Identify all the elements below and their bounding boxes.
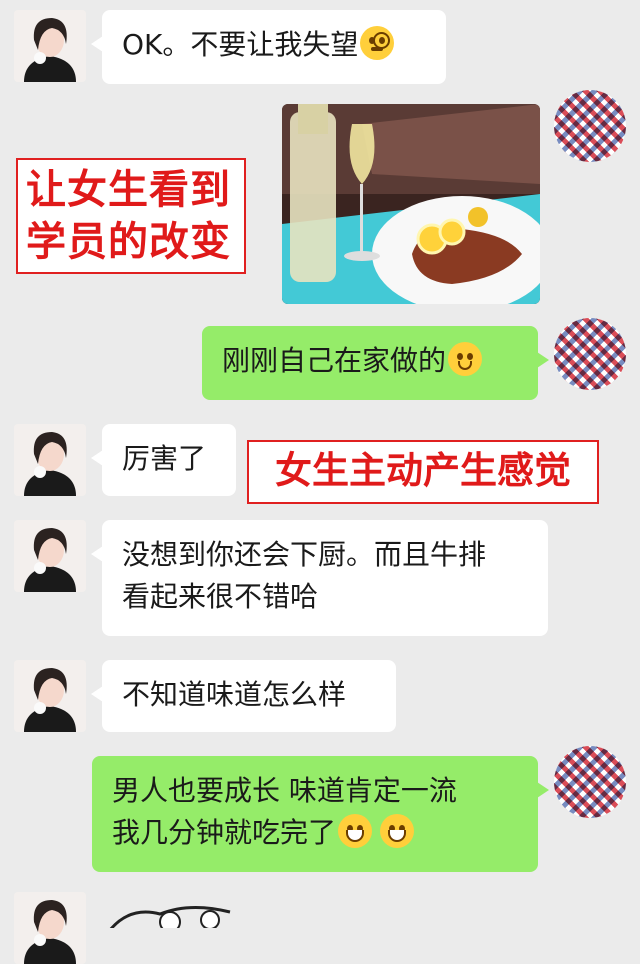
message-bubble[interactable]: 不知道味道怎么样 xyxy=(91,660,396,732)
message-line: 男人也要成长 味道肯定一流 xyxy=(112,774,457,807)
contact-photo xyxy=(14,10,86,82)
cartoon-sticker xyxy=(109,905,231,928)
avatar-contact[interactable] xyxy=(14,892,86,964)
grinning-face-icon xyxy=(380,814,415,848)
contact-photo xyxy=(14,520,86,592)
message-text: 刚刚自己在家做的 xyxy=(222,344,447,377)
avatar-contact[interactable] xyxy=(14,10,86,82)
avatar-self[interactable] xyxy=(554,318,626,390)
contact-photo xyxy=(14,892,86,964)
annotation-line: 学员的改变 xyxy=(26,219,231,265)
avatar-contact[interactable] xyxy=(14,660,86,732)
message-text: 不知道味道怎么样 xyxy=(122,678,347,711)
smiling-face-icon xyxy=(448,342,483,376)
annotation-label: 让女生看到 学员的改变 xyxy=(16,158,246,274)
message-bubble[interactable]: OK。不要让我失望 xyxy=(91,10,446,84)
avatar-self[interactable] xyxy=(554,746,626,818)
chat-image[interactable] xyxy=(282,104,540,304)
message-text: OK。不要让我失望 xyxy=(122,28,359,61)
grinning-face-icon xyxy=(338,814,373,848)
message-line: 没想到你还会下厨。而且牛排 xyxy=(122,538,487,571)
message-line: 我几分钟就吃完了 xyxy=(112,816,337,849)
sticker-image[interactable] xyxy=(100,900,250,928)
contact-photo xyxy=(14,660,86,732)
avatar-self[interactable] xyxy=(554,90,626,162)
avatar-contact[interactable] xyxy=(14,424,86,496)
avatar-contact[interactable] xyxy=(14,520,86,592)
annotation-label: 女生主动产生感觉 xyxy=(247,440,599,504)
monocle-face-icon xyxy=(360,26,395,60)
message-line: 看起来很不错哈 xyxy=(122,580,319,613)
message-bubble[interactable]: 刚刚自己在家做的 xyxy=(202,326,549,400)
annotation-text: 女生主动产生感觉 xyxy=(275,449,571,492)
message-bubble[interactable]: 男人也要成长 味道肯定一流 我几分钟就吃完了 xyxy=(92,756,549,872)
steak-photo xyxy=(282,104,540,304)
contact-photo xyxy=(14,424,86,496)
message-text: 厉害了 xyxy=(122,442,207,475)
message-bubble[interactable]: 没想到你还会下厨。而且牛排 看起来很不错哈 xyxy=(91,520,548,636)
message-bubble[interactable]: 厉害了 xyxy=(91,424,236,496)
annotation-line: 让女生看到 xyxy=(26,167,231,213)
